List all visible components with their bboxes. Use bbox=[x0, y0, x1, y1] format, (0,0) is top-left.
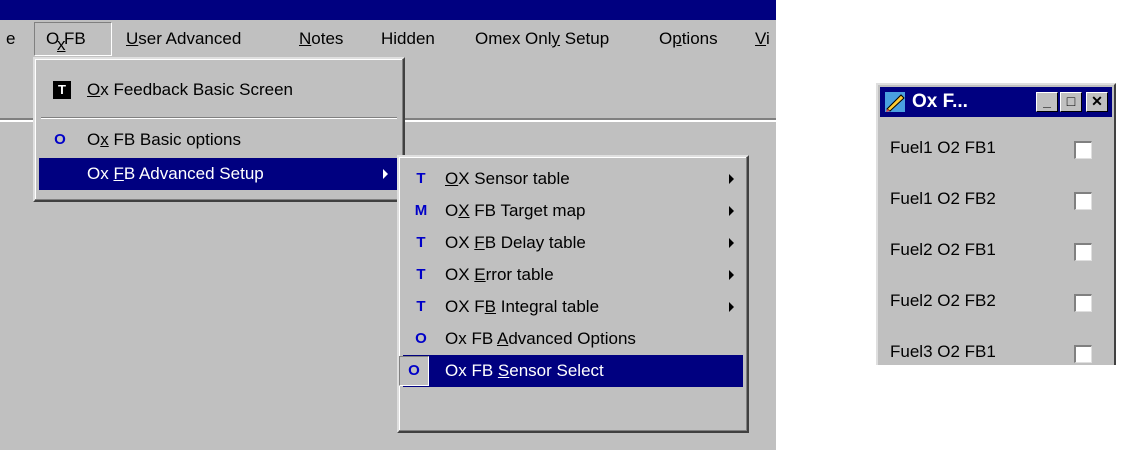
app-icon bbox=[885, 92, 905, 112]
table-icon: T bbox=[416, 170, 426, 187]
sensor-label: Fuel2 O2 FB1 bbox=[890, 240, 996, 259]
menu-ox-fb-label: Ox FB bbox=[46, 29, 86, 54]
submenu-arrow-icon bbox=[383, 169, 388, 179]
ox-fb-dropdown-menu: T Ox Feedback Basic Screen O Ox FB Basic… bbox=[33, 57, 405, 202]
menu-item-ox-fb-basic-options[interactable]: O Ox FB Basic options bbox=[39, 124, 399, 156]
sensor-checkbox[interactable] bbox=[1074, 243, 1092, 261]
ox-fb-sensor-window: Ox F... _ □ ✕ Fuel1 O2 FB1 Fuel1 O2 FB2 … bbox=[876, 83, 1116, 365]
table-icon: T bbox=[416, 298, 426, 315]
menu-user-advanced[interactable]: User Advanced bbox=[126, 29, 241, 49]
options-icon: O bbox=[408, 362, 420, 379]
window-title-bar[interactable]: Ox F... _ □ ✕ bbox=[880, 87, 1112, 117]
title-bar bbox=[0, 0, 776, 20]
menu-ox-fb[interactable]: Ox FB bbox=[34, 22, 112, 56]
menu-item-label: Ox FB Basic options bbox=[87, 130, 242, 149]
sensor-checkbox[interactable] bbox=[1074, 141, 1092, 159]
menu-item-label: Ox Feedback Basic Screen bbox=[87, 80, 293, 99]
maximize-button[interactable]: □ bbox=[1060, 92, 1082, 112]
menu-item-ox-fb-advanced-options[interactable]: O Ox FB Advanced Options bbox=[403, 323, 743, 355]
menu-item-label: OX FB Integral table bbox=[445, 297, 600, 316]
menu-item-ox-fb-target-map[interactable]: M OX FB Target map bbox=[403, 195, 743, 227]
menu-options[interactable]: Options bbox=[659, 29, 718, 49]
menu-item-ox-fb-delay-table[interactable]: T OX FB Delay table bbox=[403, 227, 743, 259]
minimize-button[interactable]: _ bbox=[1036, 92, 1058, 112]
menu-item-ox-fb-advanced-setup[interactable]: Ox FB Advanced Setup bbox=[39, 158, 399, 190]
menu-item-ox-fb-sensor-select[interactable]: O Ox FB Sensor Select bbox=[399, 355, 743, 387]
menu-file-partial[interactable]: e bbox=[6, 29, 15, 49]
menu-view-partial[interactable]: Vi bbox=[755, 29, 770, 49]
menu-item-ox-error-table[interactable]: T OX Error table bbox=[403, 259, 743, 291]
map-icon: M bbox=[414, 202, 428, 219]
advanced-setup-submenu: T OX Sensor table M OX FB Target map T O… bbox=[397, 155, 749, 433]
menu-hidden[interactable]: Hidden bbox=[381, 29, 435, 49]
menu-item-ox-fb-integral-table[interactable]: T OX FB Integral table bbox=[403, 291, 743, 323]
options-icon: O bbox=[415, 330, 427, 347]
menu-item-label: OX FB Delay table bbox=[445, 233, 586, 252]
sensor-checkbox[interactable] bbox=[1074, 192, 1092, 210]
menu-item-ox-feedback-basic-screen[interactable]: T Ox Feedback Basic Screen bbox=[39, 74, 399, 106]
options-icon: O bbox=[54, 131, 66, 148]
menu-item-label: Ox FB Advanced Options bbox=[445, 329, 636, 348]
window-title: Ox F... bbox=[912, 91, 968, 112]
table-icon: T bbox=[416, 266, 426, 283]
sensor-label: Fuel3 O2 FB1 bbox=[890, 342, 996, 361]
sensor-checkbox[interactable] bbox=[1074, 294, 1092, 312]
menu-item-label: OX FB Target map bbox=[445, 201, 586, 220]
sensor-label: Fuel2 O2 FB2 bbox=[890, 291, 996, 310]
menu-notes[interactable]: Notes bbox=[299, 29, 343, 49]
close-button[interactable]: ✕ bbox=[1086, 92, 1108, 112]
menu-item-label: OX Error table bbox=[445, 265, 554, 284]
submenu-arrow-icon bbox=[729, 270, 734, 280]
menu-item-label: Ox FB Sensor Select bbox=[445, 361, 604, 380]
table-icon: T bbox=[416, 234, 426, 251]
submenu-arrow-icon bbox=[729, 238, 734, 248]
table-icon: T bbox=[53, 81, 71, 99]
menu-item-label: Ox FB Advanced Setup bbox=[87, 164, 264, 183]
sensor-label: Fuel1 O2 FB2 bbox=[890, 189, 996, 208]
menu-omex-only-setup[interactable]: Omex Only Setup bbox=[475, 29, 609, 49]
submenu-arrow-icon bbox=[729, 206, 734, 216]
sensor-label: Fuel1 O2 FB1 bbox=[890, 138, 996, 157]
menu-separator-highlight bbox=[41, 118, 397, 119]
submenu-arrow-icon bbox=[729, 302, 734, 312]
menu-item-ox-sensor-table[interactable]: T OX Sensor table bbox=[403, 163, 743, 195]
menu-item-label: OX Sensor table bbox=[445, 169, 570, 188]
sensor-checkbox[interactable] bbox=[1074, 345, 1092, 363]
submenu-arrow-icon bbox=[729, 174, 734, 184]
